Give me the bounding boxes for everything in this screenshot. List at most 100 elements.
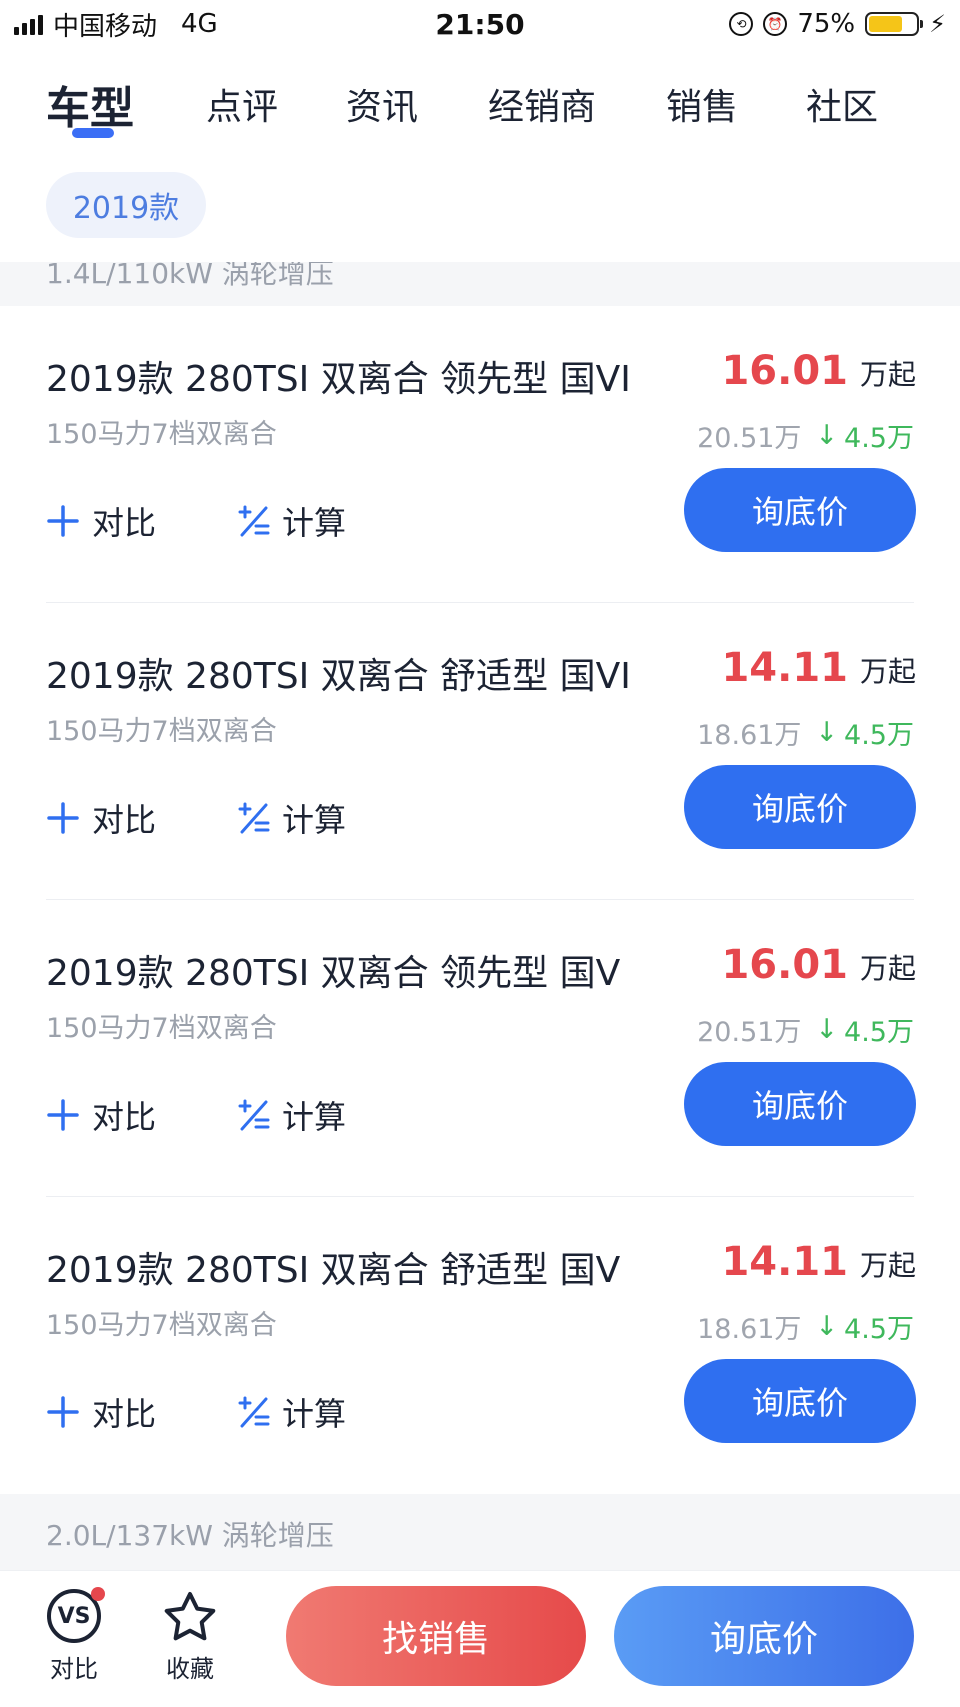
original-price-block: 20.51万 ↓ 4.5万 [697,1010,914,1049]
price-drop-value: 4.5万 [844,423,914,454]
battery-percent: 75% [797,9,856,39]
price-block: 14.11 万起 [721,645,916,691]
tab-community[interactable]: 社区 [806,78,878,130]
arrow-down-icon: ↓ [815,717,839,748]
vs-icon-text: VS [57,1603,91,1629]
alarm-icon: ⏰ [763,12,788,36]
price-block: 14.11 万起 [721,1239,916,1285]
car-card: 2019款 280TSI 双离合 领先型 国VI 150马力7档双离合 16.0… [0,306,960,603]
original-price-block: 20.51万 ↓ 4.5万 [697,416,914,455]
status-right: ⟲ ⏰ 75% ⚡ [729,8,946,40]
price-drop-value: 4.5万 [844,720,914,751]
calculate-label: 计算 [282,504,347,542]
price-drop: ↓ 4.5万 [815,1307,914,1346]
car-spec: 150马力7档双离合 [46,1013,277,1044]
price-value: 14.11 [721,645,848,691]
price-value: 16.01 [721,942,848,988]
calculate-action[interactable]: 计算 [236,795,346,841]
favorite-label: 收藏 [166,1655,214,1683]
calculator-icon [238,1099,270,1131]
tab-news[interactable]: 资讯 [346,78,418,130]
calculate-action[interactable]: 计算 [236,1092,346,1138]
price-value: 16.01 [721,348,848,394]
price-unit: 万起 [859,1249,916,1282]
calculate-label: 计算 [282,801,347,839]
calculate-label: 计算 [282,1395,347,1433]
ask-price-button[interactable]: 询底价 [684,1359,916,1443]
section-header-partial-text: 1.4L/110kW 涡轮增压 [46,262,334,290]
price-block: 16.01 万起 [721,348,916,394]
top-tab-bar: 车型 点评 资讯 经销商 销售 社区 [0,60,960,150]
compare-tab-label: 对比 [50,1655,98,1683]
original-price: 18.61万 [697,720,802,751]
calculator-icon [238,505,270,537]
arrow-down-icon: ↓ [815,420,839,451]
arrow-down-icon: ↓ [815,1311,839,1342]
price-drop: ↓ 4.5万 [815,416,914,455]
tab-sales[interactable]: 销售 [666,78,738,130]
compare-label: 对比 [92,504,157,542]
plus-icon [47,1396,79,1428]
star-icon [164,1592,216,1641]
ask-price-button[interactable]: 询底价 [684,765,916,849]
find-sales-button[interactable]: 找销售 [286,1586,586,1686]
price-drop: ↓ 4.5万 [815,713,914,752]
vs-compare-icon: VS [47,1587,105,1643]
compare-label: 对比 [92,1395,157,1433]
car-title[interactable]: 2019款 280TSI 双离合 舒适型 国VI [46,647,631,699]
ask-price-button[interactable]: 询底价 [684,1062,916,1146]
active-tab-indicator [72,128,114,138]
car-spec: 150马力7档双离合 [46,716,277,747]
tab-models[interactable]: 车型 [46,72,134,136]
ask-lowest-price-button[interactable]: 询底价 [614,1586,914,1686]
car-card: 2019款 280TSI 双离合 舒适型 国V 150马力7档双离合 14.11… [0,1197,960,1494]
original-price: 18.61万 [697,1314,802,1345]
compare-action[interactable]: 对比 [46,795,156,841]
ask-price-button[interactable]: 询底价 [684,468,916,552]
calculate-label: 计算 [282,1098,347,1136]
rotation-lock-icon: ⟲ [729,12,754,36]
section-header: 2.0L/137kW 涡轮增压 [0,1494,960,1570]
calculator-icon [238,1396,270,1428]
price-value: 14.11 [721,1239,848,1285]
car-spec: 150马力7档双离合 [46,1310,277,1341]
price-drop: ↓ 4.5万 [815,1010,914,1049]
price-unit: 万起 [859,358,916,391]
charging-icon: ⚡ [929,10,946,38]
calculate-action[interactable]: 计算 [236,498,346,544]
compare-label: 对比 [92,801,157,839]
status-bar: 中国移动 4G 21:50 ⟲ ⏰ 75% ⚡ [0,0,960,48]
favorite-button[interactable]: 收藏 [150,1589,230,1684]
compare-tab-button[interactable]: VS 对比 [34,1587,114,1684]
section-header-partial: 1.4L/110kW 涡轮增压 [0,262,960,306]
car-title[interactable]: 2019款 280TSI 双离合 领先型 国V [46,944,620,996]
car-card: 2019款 280TSI 双离合 舒适型 国VI 150马力7档双离合 14.1… [0,603,960,900]
price-block: 16.01 万起 [721,942,916,988]
price-drop-value: 4.5万 [844,1314,914,1345]
calculate-action[interactable]: 计算 [236,1389,346,1435]
original-price: 20.51万 [697,423,802,454]
price-drop-value: 4.5万 [844,1017,914,1048]
plus-icon [47,1099,79,1131]
compare-action[interactable]: 对比 [46,1389,156,1435]
compare-action[interactable]: 对比 [46,1092,156,1138]
original-price-block: 18.61万 ↓ 4.5万 [697,1307,914,1346]
year-filter-chip[interactable]: 2019款 [46,172,206,238]
car-title[interactable]: 2019款 280TSI 双离合 舒适型 国V [46,1241,620,1293]
compare-action[interactable]: 对比 [46,498,156,544]
battery-icon [865,12,924,36]
car-card: 2019款 280TSI 双离合 领先型 国V 150马力7档双离合 16.01… [0,900,960,1197]
plus-icon [47,802,79,834]
notification-dot [91,1587,105,1601]
tab-dealers[interactable]: 经销商 [488,78,596,130]
compare-label: 对比 [92,1098,157,1136]
original-price-block: 18.61万 ↓ 4.5万 [697,713,914,752]
tab-reviews[interactable]: 点评 [206,78,278,130]
price-unit: 万起 [859,655,916,688]
original-price: 20.51万 [697,1017,802,1048]
car-title[interactable]: 2019款 280TSI 双离合 领先型 国VI [46,350,631,402]
arrow-down-icon: ↓ [815,1014,839,1045]
plus-icon [47,505,79,537]
calculator-icon [238,802,270,834]
car-spec: 150马力7档双离合 [46,419,277,450]
